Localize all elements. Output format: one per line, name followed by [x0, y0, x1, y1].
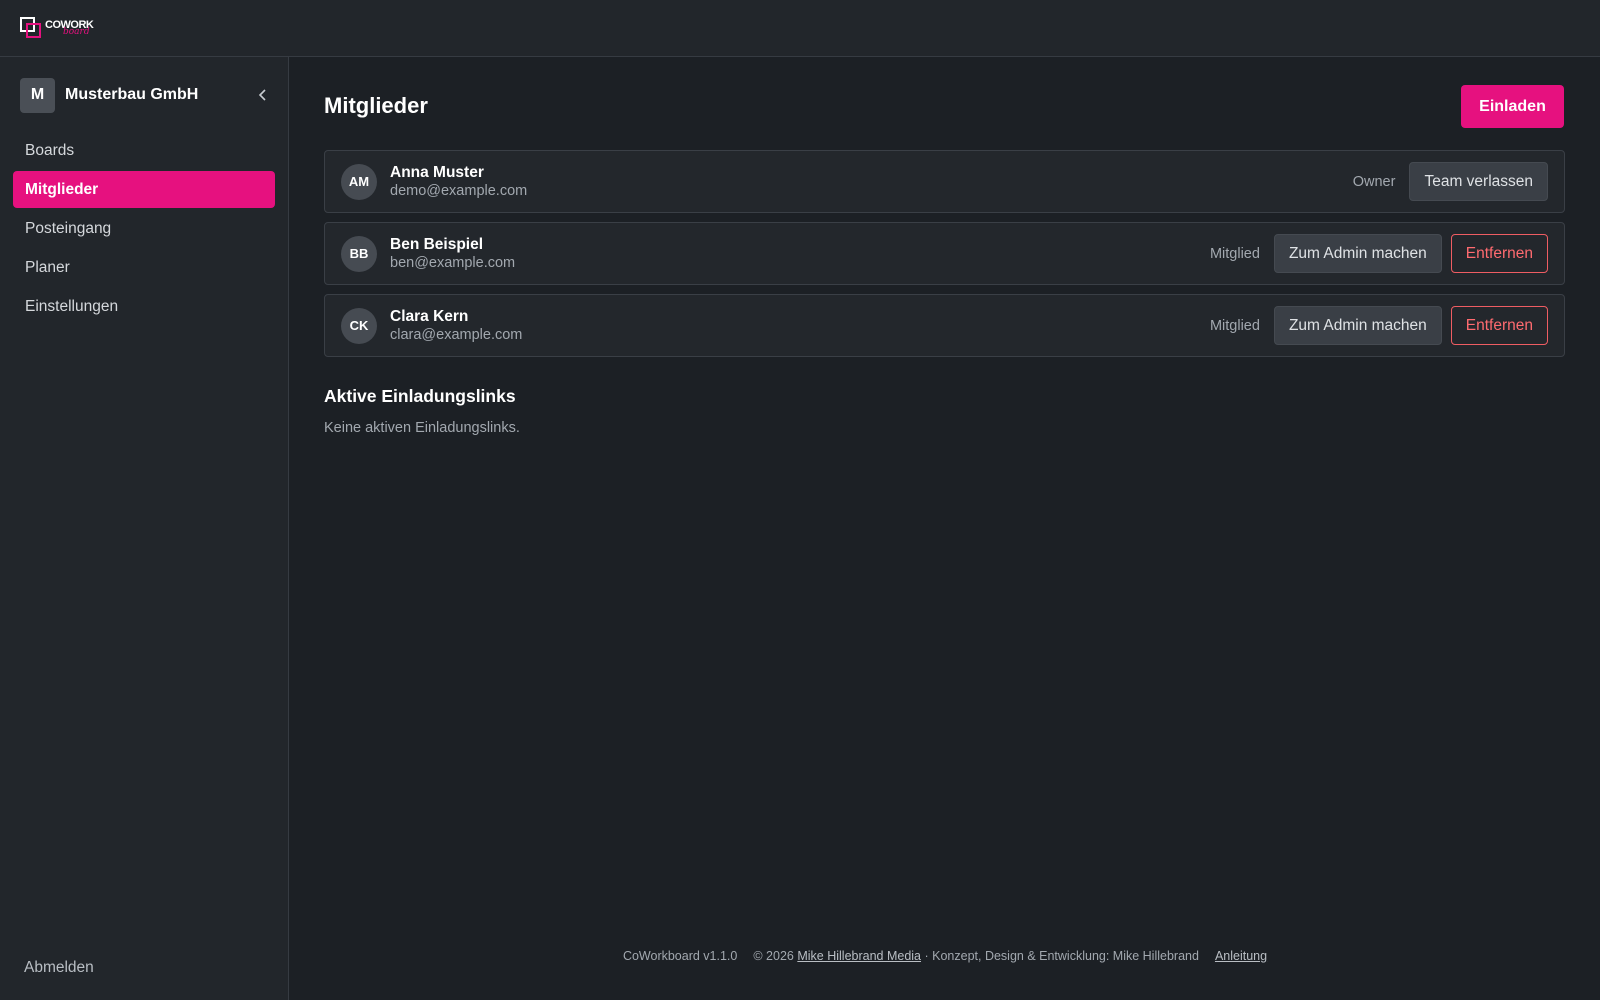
page-title: Mitglieder	[324, 93, 428, 118]
footer-help-link[interactable]: Anleitung	[1215, 949, 1267, 963]
member-role: Owner	[1352, 173, 1396, 190]
sidebar-nav: Boards Mitglieder Posteingang Planer Ein…	[13, 132, 275, 327]
team-avatar: M	[20, 77, 55, 113]
member-info: Ben Beispiel ben@example.com	[390, 235, 1210, 272]
avatar: BB	[341, 235, 377, 272]
member-email: ben@example.com	[390, 255, 516, 271]
member-info: Anna Muster demo@example.com	[390, 163, 1353, 200]
remove-member-button[interactable]: Entfernen	[1450, 234, 1548, 273]
logo-mark-icon	[20, 17, 42, 39]
logout-link[interactable]: Abmelden	[24, 959, 94, 977]
invite-button[interactable]: Einladen	[1461, 85, 1564, 128]
sidebar-item-boards[interactable]: Boards	[13, 132, 275, 169]
make-admin-button[interactable]: Zum Admin machen	[1273, 234, 1442, 273]
sidebar-item-mitglieder[interactable]: Mitglieder	[13, 171, 275, 208]
sidebar: M Musterbau GmbH Boards Mitglieder Poste…	[0, 57, 289, 1000]
member-row: AM Anna Muster demo@example.com Owner Te…	[324, 150, 1565, 213]
member-name: Clara Kern	[390, 308, 469, 325]
main-content: Mitglieder Einladen AM Anna Muster demo@…	[290, 57, 1600, 1000]
invites-section-title: Aktive Einladungslinks	[324, 386, 516, 406]
member-list: AM Anna Muster demo@example.com Owner Te…	[324, 150, 1565, 366]
logo-wordmark: COWORK board	[45, 19, 94, 37]
footer-version: CoWorkboard v1.1.0	[622, 949, 738, 963]
footer-copyright: © 2026	[753, 949, 794, 963]
remove-member-button[interactable]: Entfernen	[1450, 306, 1548, 345]
member-email: demo@example.com	[390, 183, 528, 199]
team-name: Musterbau GmbH	[65, 86, 199, 103]
member-role: Mitglied	[1209, 317, 1260, 334]
app-logo[interactable]: COWORK board	[20, 17, 94, 39]
logo-script: board	[63, 26, 90, 37]
leave-team-button[interactable]: Team verlassen	[1409, 162, 1548, 201]
footer: CoWorkboard v1.1.0 © 2026 Mike Hillebrand…	[290, 949, 1600, 963]
member-role: Mitglied	[1209, 245, 1260, 262]
team-switcher: M Musterbau GmbH	[20, 77, 272, 113]
member-name: Anna Muster	[390, 164, 484, 181]
member-info: Clara Kern clara@example.com	[390, 307, 1210, 344]
member-row: BB Ben Beispiel ben@example.com Mitglied…	[324, 222, 1565, 285]
avatar: AM	[341, 163, 377, 200]
top-bar: COWORK board	[0, 0, 1600, 57]
invites-empty-text: Keine aktiven Einladungslinks.	[324, 420, 520, 436]
sidebar-item-einstellungen[interactable]: Einstellungen	[13, 288, 275, 325]
sidebar-item-posteingang[interactable]: Posteingang	[13, 210, 275, 247]
footer-company-link[interactable]: Mike Hillebrand Media	[797, 949, 921, 963]
member-email: clara@example.com	[390, 327, 523, 343]
member-name: Ben Beispiel	[390, 236, 484, 253]
avatar: CK	[341, 307, 377, 344]
make-admin-button[interactable]: Zum Admin machen	[1273, 306, 1442, 345]
sidebar-item-planer[interactable]: Planer	[13, 249, 275, 286]
footer-credits: · Konzept, Design & Entwicklung: Mike Hi…	[924, 949, 1199, 963]
member-row: CK Clara Kern clara@example.com Mitglied…	[324, 294, 1565, 357]
chevron-left-icon[interactable]	[254, 86, 272, 104]
